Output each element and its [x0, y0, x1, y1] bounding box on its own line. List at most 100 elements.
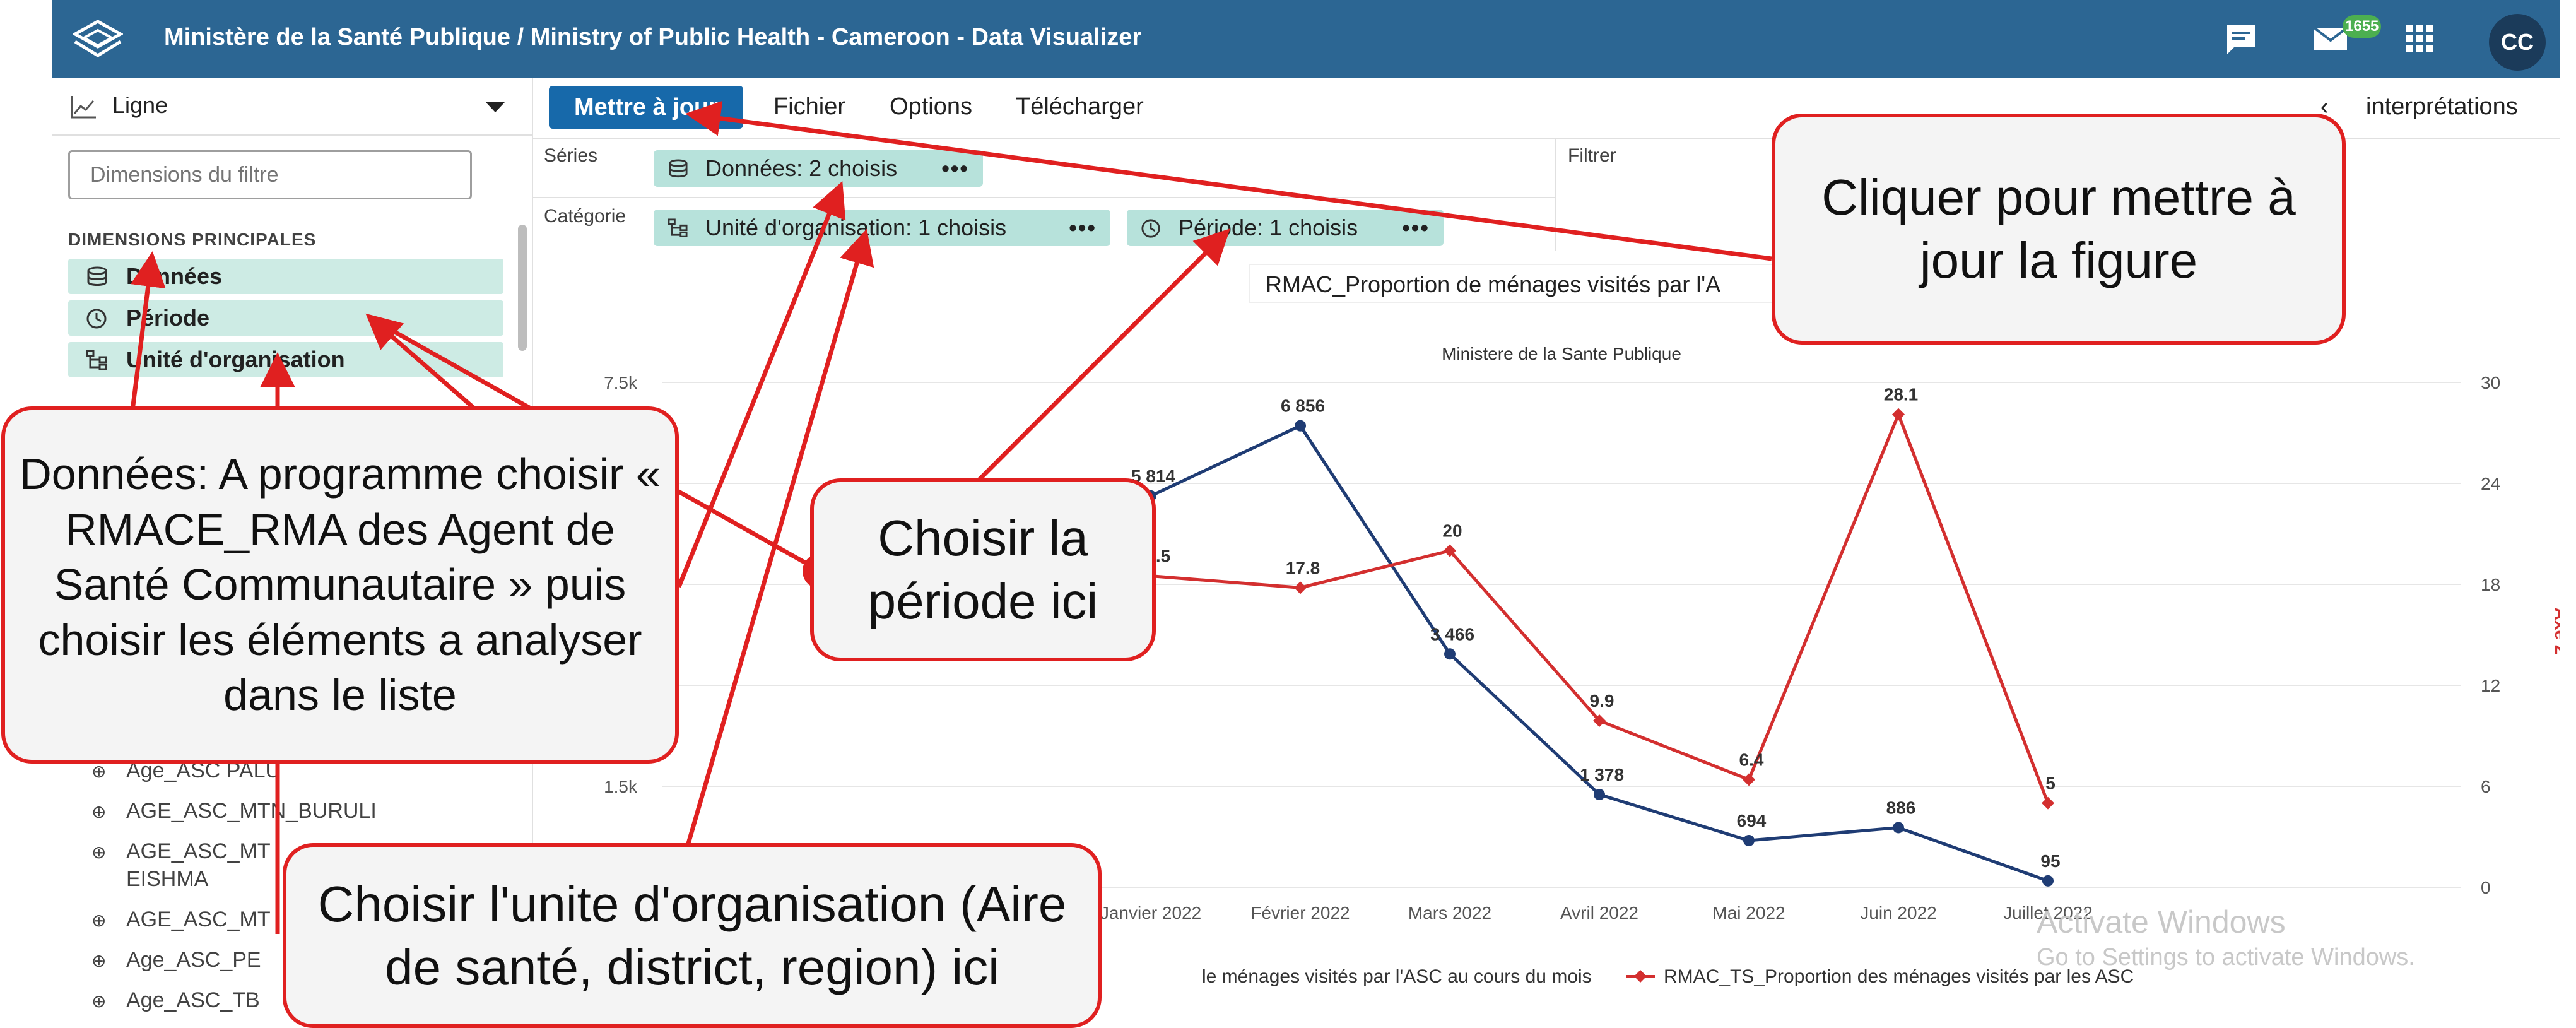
apps-grid-icon[interactable]: [2401, 20, 2438, 58]
callout-org-unit: Choisir l'unite d'organisation (Aire de …: [283, 843, 1102, 1028]
org-unit-chip[interactable]: Unité d'organisation: 1 choisis •••: [654, 210, 1110, 246]
data-point: [1294, 581, 1307, 594]
x-tick-label: Avril 2022: [1560, 903, 1638, 923]
dimension-org-unit[interactable]: Unité d'organisation: [68, 342, 503, 377]
download-menu[interactable]: Télécharger: [1016, 93, 1144, 121]
data-chip[interactable]: Données: 2 choisis •••: [654, 150, 983, 187]
list-item[interactable]: AGE_ASC_MT: [126, 907, 271, 932]
chart-subtitle: Ministere de la Sante Publique: [1442, 344, 1681, 363]
x-tick-label: Février 2022: [1250, 903, 1350, 923]
dimension-data-label: Données: [126, 263, 223, 289]
y-right-axis-title: Axe 2: [2551, 608, 2560, 655]
activate-windows-hint: Go to Settings to activate Windows.: [2037, 944, 2415, 971]
data-label: 95: [2040, 851, 2060, 871]
callout-update: Cliquer pour mettre à jour la figure: [1772, 114, 2346, 345]
data-label: 694: [1737, 811, 1767, 830]
period-chip[interactable]: Période: 1 choisis •••: [1127, 210, 1444, 246]
messages-icon[interactable]: [2222, 20, 2260, 58]
y-right-tick-label: 6: [2481, 777, 2491, 796]
data-point: [1444, 648, 1456, 660]
data-label: 5: [2045, 774, 2056, 793]
database-icon: [669, 159, 688, 178]
org-unit-chip-label: Unité d'organisation: 1 choisis: [705, 215, 1007, 240]
x-tick-label: Juin 2022: [1860, 903, 1936, 923]
clock-icon: [1141, 219, 1160, 238]
data-label: 6 856: [1281, 396, 1325, 416]
data-point: [1892, 408, 1905, 421]
item-icon: ⊕: [91, 802, 107, 822]
list-item-continued: EISHMA: [126, 867, 209, 891]
list-item[interactable]: Age_ASC_PE: [126, 948, 261, 972]
series-label: Séries: [544, 145, 598, 166]
category-label: Catégorie: [544, 206, 626, 227]
activate-windows-watermark: Activate Windows: [2037, 904, 2286, 940]
database-icon: [87, 266, 107, 286]
callout-period: Choisir la période ici: [810, 478, 1156, 661]
more-icon[interactable]: •••: [1069, 210, 1097, 246]
y-right-tick-label: 0: [2481, 878, 2491, 897]
y-right-tick-label: 12: [2481, 676, 2500, 695]
data-label: 28.1: [1884, 385, 1919, 405]
update-button[interactable]: Mettre à jour: [549, 86, 743, 129]
main-dimensions-header: DIMENSIONS PRINCIPALES: [68, 230, 317, 249]
series-line: [1150, 410, 2050, 804]
user-avatar[interactable]: CC: [2489, 14, 2546, 71]
dhis2-logo-icon[interactable]: [71, 19, 124, 59]
dimension-org-unit-label: Unité d'organisation: [126, 346, 345, 372]
notification-badge: 1655: [2343, 15, 2382, 38]
more-icon[interactable]: •••: [1402, 210, 1430, 246]
line-chart-icon: [69, 95, 97, 123]
data-label: 1 378: [1580, 765, 1624, 784]
y-left-tick-label: 1.5k: [604, 777, 638, 796]
org-tree-icon: [86, 350, 107, 370]
list-item[interactable]: AGE_ASC_MTN_BURULI: [126, 799, 377, 824]
data-label: 3 466: [1430, 624, 1474, 644]
panel-scrollbar[interactable]: [518, 225, 527, 351]
org-tree-icon: [668, 218, 688, 237]
file-menu[interactable]: Fichier: [773, 93, 845, 121]
item-icon: ⊕: [91, 842, 107, 862]
x-tick-label: Janvier 2022: [1100, 903, 1201, 923]
item-icon: ⊕: [91, 911, 107, 930]
more-icon[interactable]: •••: [941, 150, 969, 187]
options-menu[interactable]: Options: [890, 93, 972, 121]
data-point: [1295, 420, 1306, 432]
clock-icon: [86, 309, 107, 329]
legend-series-1: le ménages visités par l'ASC au cours du…: [1202, 966, 1592, 987]
app-title: Ministère de la Santé Publique / Ministr…: [164, 24, 1142, 50]
data-point: [1743, 773, 1755, 786]
data-label: 886: [1886, 798, 1916, 817]
dimension-period-label: Période: [126, 305, 210, 331]
filter-dimensions-input[interactable]: Dimensions du filtre: [68, 150, 472, 199]
data-label: 20: [1442, 521, 1462, 541]
layout-divider: [533, 197, 1555, 198]
x-tick-label: Mai 2022: [1712, 903, 1785, 923]
data-point: [1594, 789, 1605, 801]
layout-vertical-divider: [1555, 138, 1556, 251]
data-point: [2042, 796, 2054, 810]
data-chip-label: Données: 2 choisis: [705, 155, 898, 181]
y-right-tick-label: 24: [2481, 474, 2500, 493]
y-right-tick-label: 30: [2481, 373, 2500, 393]
dimension-data[interactable]: Données: [68, 259, 503, 294]
list-item[interactable]: Age_ASC_TB: [126, 988, 260, 1013]
period-chip-label: Période: 1 choisis: [1179, 215, 1358, 240]
y-left-tick-label: 7.5k: [604, 373, 638, 393]
chart-type-label: Ligne: [112, 92, 168, 118]
callout-data: Données: A programme choisir « RMACE_RMA…: [1, 406, 679, 764]
x-tick-label: Mars 2022: [1408, 903, 1491, 923]
dimension-period[interactable]: Période: [68, 300, 503, 336]
item-icon: ⊕: [91, 762, 107, 781]
interpretations-toggle[interactable]: interprétations: [2366, 93, 2518, 121]
data-label: 9.9: [1590, 691, 1614, 711]
chevron-down-icon[interactable]: [486, 102, 505, 117]
data-label: 17.8: [1286, 558, 1320, 577]
data-point: [1893, 822, 1904, 834]
item-icon: ⊕: [91, 991, 107, 1011]
data-point: [2042, 875, 2054, 887]
filter-label: Filtrer: [1568, 145, 1616, 166]
data-point: [1743, 834, 1755, 846]
y-right-tick-label: 18: [2481, 575, 2500, 594]
data-label: 6.4: [1739, 750, 1764, 769]
list-item[interactable]: AGE_ASC_MT: [126, 839, 271, 864]
